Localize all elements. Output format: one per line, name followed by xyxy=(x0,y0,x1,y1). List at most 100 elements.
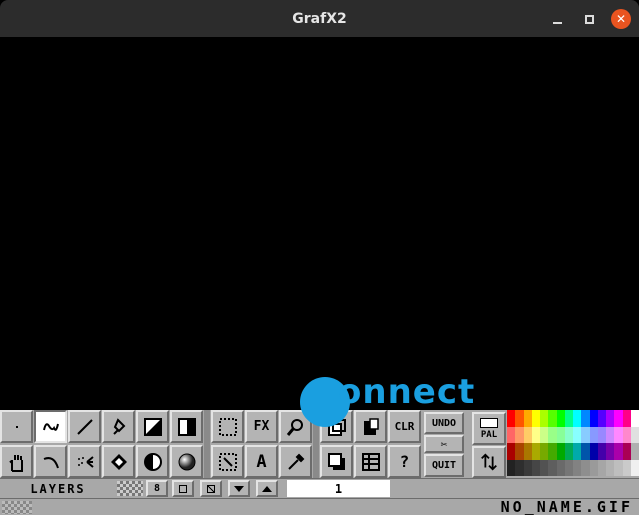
palette-swatch[interactable] xyxy=(540,426,549,443)
palette-swatch[interactable] xyxy=(589,410,598,427)
palette-swatch[interactable] xyxy=(515,459,524,476)
palette-swatch[interactable] xyxy=(606,426,615,443)
help-button[interactable]: ? xyxy=(388,445,421,478)
palette-swatch[interactable] xyxy=(556,443,565,460)
palette-swatch[interactable] xyxy=(564,459,573,476)
color-picker-tool[interactable] xyxy=(279,445,312,478)
palette-swatch[interactable] xyxy=(548,410,557,427)
palette-swatch[interactable] xyxy=(548,459,557,476)
palette-swatch[interactable] xyxy=(630,443,639,460)
resolution-button[interactable] xyxy=(320,445,353,478)
palette-swatch[interactable] xyxy=(589,459,598,476)
palette-swatch[interactable] xyxy=(597,443,606,460)
palette-swatch[interactable] xyxy=(531,426,540,443)
settings-button[interactable] xyxy=(354,445,387,478)
palette-swatch[interactable] xyxy=(556,410,565,427)
palette-swatch[interactable] xyxy=(540,443,549,460)
palette-swatch[interactable] xyxy=(622,459,631,476)
palette-swatch[interactable] xyxy=(523,426,532,443)
palette-swatch[interactable] xyxy=(548,426,557,443)
brush-grab-tool[interactable] xyxy=(211,410,244,443)
page-button[interactable] xyxy=(354,410,387,443)
palette-swatch[interactable] xyxy=(515,443,524,460)
polybrush-tool[interactable] xyxy=(211,445,244,478)
quit-button[interactable]: QUIT xyxy=(424,454,464,477)
palette-swatch[interactable] xyxy=(523,459,532,476)
sphere-tool[interactable] xyxy=(170,445,203,478)
palette-swatch[interactable] xyxy=(597,426,606,443)
layer-delete-button[interactable] xyxy=(200,480,222,497)
kill-page-button[interactable]: ✂ xyxy=(424,435,464,453)
palette-swatch[interactable] xyxy=(540,410,549,427)
palette-swatch[interactable] xyxy=(614,459,623,476)
freehand-tool[interactable] xyxy=(34,410,67,443)
palette-swatch[interactable] xyxy=(589,443,598,460)
maximize-button[interactable] xyxy=(579,9,599,29)
layer-merge-button[interactable]: 8 xyxy=(146,480,168,497)
palette-swatch[interactable] xyxy=(523,410,532,427)
palette-swatch[interactable] xyxy=(614,410,623,427)
palette-swatch[interactable] xyxy=(606,443,615,460)
palette-scroll-button[interactable] xyxy=(472,446,506,478)
text-tool[interactable]: A xyxy=(245,445,278,478)
palette-swatch[interactable] xyxy=(573,459,582,476)
palette-swatch[interactable] xyxy=(614,443,623,460)
palette-swatch[interactable] xyxy=(531,410,540,427)
palette-swatch[interactable] xyxy=(507,443,516,460)
palette-swatch[interactable] xyxy=(531,459,540,476)
palette-swatch[interactable] xyxy=(507,459,516,476)
magnifier-tool[interactable] xyxy=(279,410,312,443)
palette-button[interactable]: PAL xyxy=(472,412,506,445)
palette-swatch[interactable] xyxy=(630,410,639,427)
palette-swatch[interactable] xyxy=(556,426,565,443)
palette-swatch[interactable] xyxy=(622,410,631,427)
palette-swatch[interactable] xyxy=(507,410,516,427)
palette-swatch[interactable] xyxy=(573,443,582,460)
palette-swatch[interactable] xyxy=(507,426,516,443)
brush-effects-button[interactable] xyxy=(320,410,353,443)
undo-button[interactable]: UNDO xyxy=(424,412,464,434)
layer-up-button[interactable] xyxy=(256,480,278,497)
palette-swatch[interactable] xyxy=(606,410,615,427)
fx-button[interactable]: FX xyxy=(245,410,278,443)
curve-tool[interactable] xyxy=(34,445,67,478)
palette-swatch[interactable] xyxy=(622,426,631,443)
line-tool[interactable] xyxy=(68,410,101,443)
spray-tool[interactable] xyxy=(102,410,135,443)
drawing-canvas[interactable] xyxy=(0,37,639,410)
palette-swatch[interactable] xyxy=(515,410,524,427)
layer-add-button[interactable] xyxy=(172,480,194,497)
palette-swatch[interactable] xyxy=(573,426,582,443)
gradient-tool[interactable] xyxy=(170,410,203,443)
palette-swatch[interactable] xyxy=(589,426,598,443)
gradient-rect-tool[interactable] xyxy=(136,410,169,443)
close-button[interactable]: ✕ xyxy=(611,9,631,29)
palette-swatch[interactable] xyxy=(581,410,590,427)
palette-swatch[interactable] xyxy=(573,410,582,427)
palette-swatch[interactable] xyxy=(606,459,615,476)
palette-swatch[interactable] xyxy=(622,443,631,460)
palette-swatch[interactable] xyxy=(531,443,540,460)
palette-swatch[interactable] xyxy=(581,426,590,443)
hand-tool[interactable] xyxy=(0,445,33,478)
palette-swatch[interactable] xyxy=(564,426,573,443)
fill-tool[interactable] xyxy=(102,445,135,478)
layer-down-button[interactable] xyxy=(228,480,250,497)
palette-swatch[interactable] xyxy=(523,443,532,460)
palette-swatch[interactable] xyxy=(614,426,623,443)
airbrush-tool[interactable] xyxy=(68,445,101,478)
palette-swatch[interactable] xyxy=(630,459,639,476)
layer-tab-1[interactable]: 1 xyxy=(287,480,390,497)
palette-swatch[interactable] xyxy=(597,459,606,476)
palette-swatch[interactable] xyxy=(556,459,565,476)
palette-swatch[interactable] xyxy=(597,410,606,427)
palette-swatch[interactable] xyxy=(564,410,573,427)
minimize-button[interactable] xyxy=(547,9,567,29)
palette-swatch[interactable] xyxy=(540,459,549,476)
palette-swatch[interactable] xyxy=(564,443,573,460)
palette-swatch[interactable] xyxy=(581,459,590,476)
palette-swatch[interactable] xyxy=(581,443,590,460)
layers-label[interactable]: LAYERS xyxy=(4,480,112,497)
transparency-toggle[interactable] xyxy=(117,481,143,496)
color-palette[interactable] xyxy=(507,410,639,476)
